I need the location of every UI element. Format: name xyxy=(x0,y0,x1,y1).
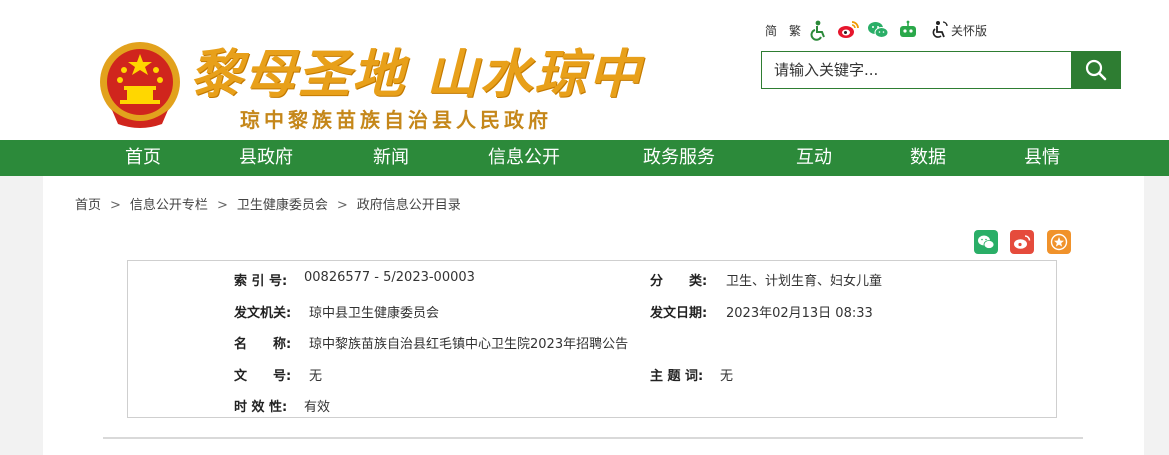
weibo-icon[interactable] xyxy=(837,19,859,41)
nav-item-info-disclosure[interactable]: 信息公开 xyxy=(488,140,560,176)
nav-item-gov-services[interactable]: 政务服务 xyxy=(643,140,715,176)
breadcrumb-separator: > xyxy=(110,198,121,213)
main-nav: 首页 县政府 新闻 信息公开 政务服务 互动 数据 县情 xyxy=(0,140,1169,176)
robot-icon[interactable] xyxy=(897,19,919,41)
care-mode-label: 关怀版 xyxy=(951,23,988,38)
meta-index-label: 索 引 号: xyxy=(234,274,288,289)
site-header: 黎母圣地 山水琼中 琼中黎族苗族自治县人民政府 简 繁 关怀版 请输入关键字..… xyxy=(0,0,1169,140)
nav-item-county-gov[interactable]: 县政府 xyxy=(239,140,293,176)
accessibility-icon[interactable] xyxy=(807,19,829,41)
search-button[interactable] xyxy=(1071,51,1121,89)
site-slogan: 黎母圣地 山水琼中 xyxy=(190,44,643,105)
meta-name-label: 名 称: xyxy=(234,337,292,352)
search-icon xyxy=(1085,59,1107,81)
search-box: 请输入关键字... xyxy=(761,51,1121,89)
meta-validity-value: 有效 xyxy=(304,400,331,415)
weibo-share-button[interactable] xyxy=(1010,230,1034,254)
breadcrumb-separator: > xyxy=(336,198,348,213)
meta-keywords-label: 主 题 词: xyxy=(650,369,704,384)
breadcrumb-info-column[interactable]: 信息公开专栏 xyxy=(130,198,208,213)
meta-category-value: 卫生、计划生育、妇女儿童 xyxy=(726,274,883,289)
meta-name-value: 琼中黎族苗族自治县红毛镇中心卫生院2023年招聘公告 xyxy=(309,337,629,352)
content-panel: 首页 > 信息公开专栏 > 卫生健康委员会 > 政府信息公开目录 索 引 号: 008265… xyxy=(43,176,1144,455)
content-divider xyxy=(103,437,1083,439)
wechat-share-button[interactable] xyxy=(974,230,998,254)
document-meta-table: 索 引 号: 00826577 - 5/2023-00003 分 类: 卫生、计… xyxy=(127,260,1057,418)
weibo-share-icon xyxy=(1014,235,1031,249)
nav-item-data[interactable]: 数据 xyxy=(910,140,946,176)
care-mode-toggle[interactable]: 关怀版 xyxy=(929,20,987,40)
traditional-toggle[interactable]: 繁 xyxy=(789,22,801,39)
simplified-toggle[interactable]: 简 xyxy=(765,22,777,39)
meta-date-value: 2023年02月13日 08:33 xyxy=(726,306,873,321)
header-toolbar: 简 繁 关怀版 xyxy=(765,18,987,42)
breadcrumb-separator: > xyxy=(216,198,228,213)
gov-name: 琼中黎族苗族自治县人民政府 xyxy=(240,108,552,132)
breadcrumb-health-committee[interactable]: 卫生健康委员会 xyxy=(237,198,328,213)
meta-docno-value: 无 xyxy=(309,369,323,384)
breadcrumb-catalog[interactable]: 政府信息公开目录 xyxy=(357,198,461,213)
nav-item-home[interactable]: 首页 xyxy=(125,140,161,176)
search-input[interactable]: 请输入关键字... xyxy=(761,51,1071,89)
breadcrumb: 首页 > 信息公开专栏 > 卫生健康委员会 > 政府信息公开目录 xyxy=(75,194,461,213)
meta-category-label: 分 类: xyxy=(650,274,708,289)
meta-index-value: 00826577 - 5/2023-00003 xyxy=(304,270,475,285)
meta-issuer-label: 发文机关: xyxy=(234,306,292,321)
nav-item-county-profile[interactable]: 县情 xyxy=(1024,140,1060,176)
nav-item-interaction[interactable]: 互动 xyxy=(796,140,832,176)
breadcrumb-home[interactable]: 首页 xyxy=(75,198,101,213)
wechat-share-icon xyxy=(978,235,995,249)
nav-item-news[interactable]: 新闻 xyxy=(373,140,409,176)
national-emblem-icon xyxy=(100,42,180,128)
favorite-button[interactable] xyxy=(1047,230,1071,254)
meta-validity-label: 时 效 性: xyxy=(234,400,288,415)
wechat-icon[interactable] xyxy=(867,19,889,41)
elderly-care-icon xyxy=(932,21,948,38)
meta-date-label: 发文日期: xyxy=(650,306,708,321)
meta-keywords-value: 无 xyxy=(720,369,734,384)
meta-docno-label: 文 号: xyxy=(234,369,292,384)
favorite-icon xyxy=(1050,233,1068,251)
meta-issuer-value: 琼中县卫生健康委员会 xyxy=(309,306,440,321)
